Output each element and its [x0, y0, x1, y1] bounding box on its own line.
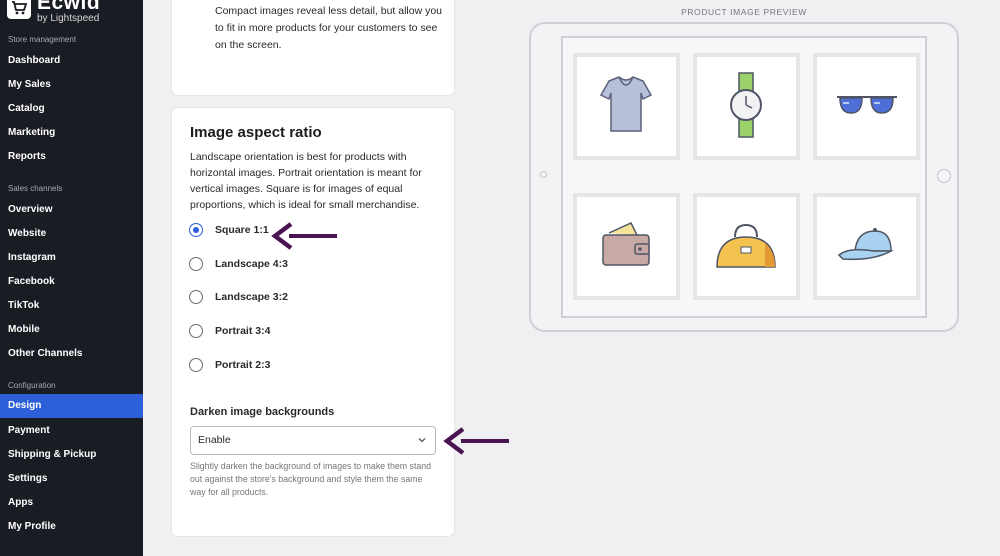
radio-option-portrait-2-3[interactable]: Portrait 2:3	[189, 355, 270, 375]
aspect-ratio-description: Landscape orientation is best for produc…	[190, 151, 422, 211]
radio-label: Landscape 4:3	[215, 258, 288, 270]
darken-backgrounds-select[interactable]: Enable	[190, 426, 436, 455]
radio-button[interactable]	[189, 358, 203, 372]
annotation-arrow-left-icon	[271, 222, 337, 250]
sidebar-item-reports[interactable]: Reports	[0, 145, 143, 169]
brand-logo[interactable]: Ecwid by Lightspeed	[6, 0, 100, 26]
sidebar-item-instagram[interactable]: Instagram	[0, 246, 143, 270]
sidebar-item-my-sales[interactable]: My Sales	[0, 73, 143, 97]
radio-option-landscape-4-3[interactable]: Landscape 4:3	[189, 254, 288, 274]
radio-label: Landscape 3:2	[215, 291, 288, 303]
radio-label: Portrait 3:4	[215, 325, 271, 337]
brand-subtitle: by Lightspeed	[37, 13, 100, 24]
darken-backgrounds-hint: Slightly darken the background of images…	[190, 461, 432, 497]
sidebar-item-catalog[interactable]: Catalog	[0, 97, 143, 121]
sidebar-item-mobile[interactable]: Mobile	[0, 318, 143, 342]
sidebar-item-tiktok[interactable]: TikTok	[0, 294, 143, 318]
baseball-cap-icon	[837, 228, 894, 261]
preview-label: PRODUCT IMAGE PREVIEW	[681, 7, 807, 17]
select-value: Enable	[198, 434, 231, 446]
tablet-home-button-icon	[937, 169, 951, 183]
product-tile-cap	[813, 193, 920, 300]
wristwatch-icon	[730, 72, 762, 138]
sidebar-item-payment[interactable]: Payment	[0, 419, 143, 443]
radio-option-square[interactable]: Square 1:1	[189, 220, 269, 240]
product-tile-sunglasses	[813, 53, 920, 160]
darken-backgrounds-label: Darken image backgrounds	[190, 406, 335, 418]
radio-label: Square 1:1	[215, 224, 269, 236]
radio-button[interactable]	[189, 324, 203, 338]
sidebar-item-dashboard[interactable]: Dashboard	[0, 49, 143, 73]
tablet-camera-icon	[540, 171, 547, 178]
cart-logo-icon	[7, 0, 31, 19]
wallet-icon	[602, 222, 650, 266]
product-tile-tshirt	[573, 53, 680, 160]
annotation-arrow-left-icon	[443, 427, 509, 455]
sidebar-item-my-profile[interactable]: My Profile	[0, 515, 143, 539]
radio-button[interactable]	[189, 257, 203, 271]
chevron-down-icon	[418, 438, 426, 443]
sidebar-item-apps[interactable]: Apps	[0, 491, 143, 515]
handbag-icon	[716, 223, 776, 268]
sunglasses-icon	[837, 96, 897, 114]
tablet-preview-frame	[529, 22, 959, 332]
radio-button[interactable]	[189, 290, 203, 304]
product-tile-bag	[693, 193, 800, 300]
compact-images-card: Compact images reveal less detail, but a…	[172, 0, 454, 95]
nav-section-configuration: Configuration	[8, 381, 56, 390]
tshirt-icon	[599, 76, 653, 132]
sidebar-item-marketing[interactable]: Marketing	[0, 121, 143, 145]
radio-option-portrait-3-4[interactable]: Portrait 3:4	[189, 321, 270, 341]
sidebar-item-facebook[interactable]: Facebook	[0, 270, 143, 294]
product-tile-wallet	[573, 193, 680, 300]
sidebar-item-shipping-pickup[interactable]: Shipping & Pickup	[0, 443, 143, 467]
sidebar-item-website[interactable]: Website	[0, 222, 143, 246]
sidebar: Ecwid by Lightspeed Store management Das…	[0, 0, 143, 556]
aspect-ratio-title: Image aspect ratio	[190, 124, 322, 141]
sidebar-item-design[interactable]: Design	[0, 394, 143, 418]
sidebar-item-overview[interactable]: Overview	[0, 198, 143, 222]
nav-section-store-management: Store management	[8, 35, 77, 44]
product-tile-watch	[693, 53, 800, 160]
radio-label: Portrait 2:3	[215, 359, 271, 371]
sidebar-item-other-channels[interactable]: Other Channels	[0, 342, 143, 366]
sidebar-item-settings[interactable]: Settings	[0, 467, 143, 491]
aspect-ratio-card: Image aspect ratio Landscape orientation…	[172, 108, 454, 536]
radio-button-checked[interactable]	[189, 223, 203, 237]
brand-name: Ecwid	[37, 0, 101, 14]
radio-option-landscape-3-2[interactable]: Landscape 3:2	[189, 287, 288, 307]
nav-section-sales-channels: Sales channels	[8, 184, 63, 193]
tablet-screen	[561, 36, 927, 318]
compact-images-description: Compact images reveal less detail, but a…	[215, 5, 443, 51]
